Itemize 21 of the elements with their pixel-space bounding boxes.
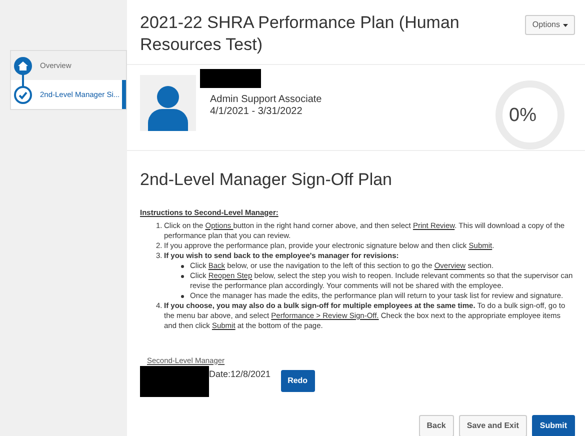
footer-button[interactable]: Save and Exit (458, 415, 527, 436)
bullet-icon (181, 274, 184, 278)
progress-value: 0% (509, 104, 536, 128)
check-icon (14, 86, 32, 104)
avatar-icon (140, 75, 196, 131)
submit-button[interactable]: Submit (532, 415, 575, 436)
page-title: 2021-22 SHRA Performance Plan (Human Resources Test) (140, 12, 460, 56)
job-title: Admin Support Associate (210, 94, 322, 106)
bullet-icon (181, 264, 184, 268)
signature-date: Date:12/8/2021 (209, 368, 271, 381)
home-icon (14, 56, 32, 74)
section-title: 2nd-Level Manager Sign-Off Plan (140, 169, 394, 191)
redacted-signature (140, 366, 209, 397)
redacted-name (200, 69, 261, 88)
step-connector (22, 73, 24, 87)
redo-button[interactable]: Redo (280, 370, 315, 392)
footer-button[interactable]: Back (418, 415, 454, 436)
review-period: 4/1/2021 - 3/31/2022 (210, 106, 304, 118)
caret-icon (563, 24, 568, 26)
options-button[interactable]: Options (525, 15, 575, 35)
bullet-icon (181, 294, 184, 298)
